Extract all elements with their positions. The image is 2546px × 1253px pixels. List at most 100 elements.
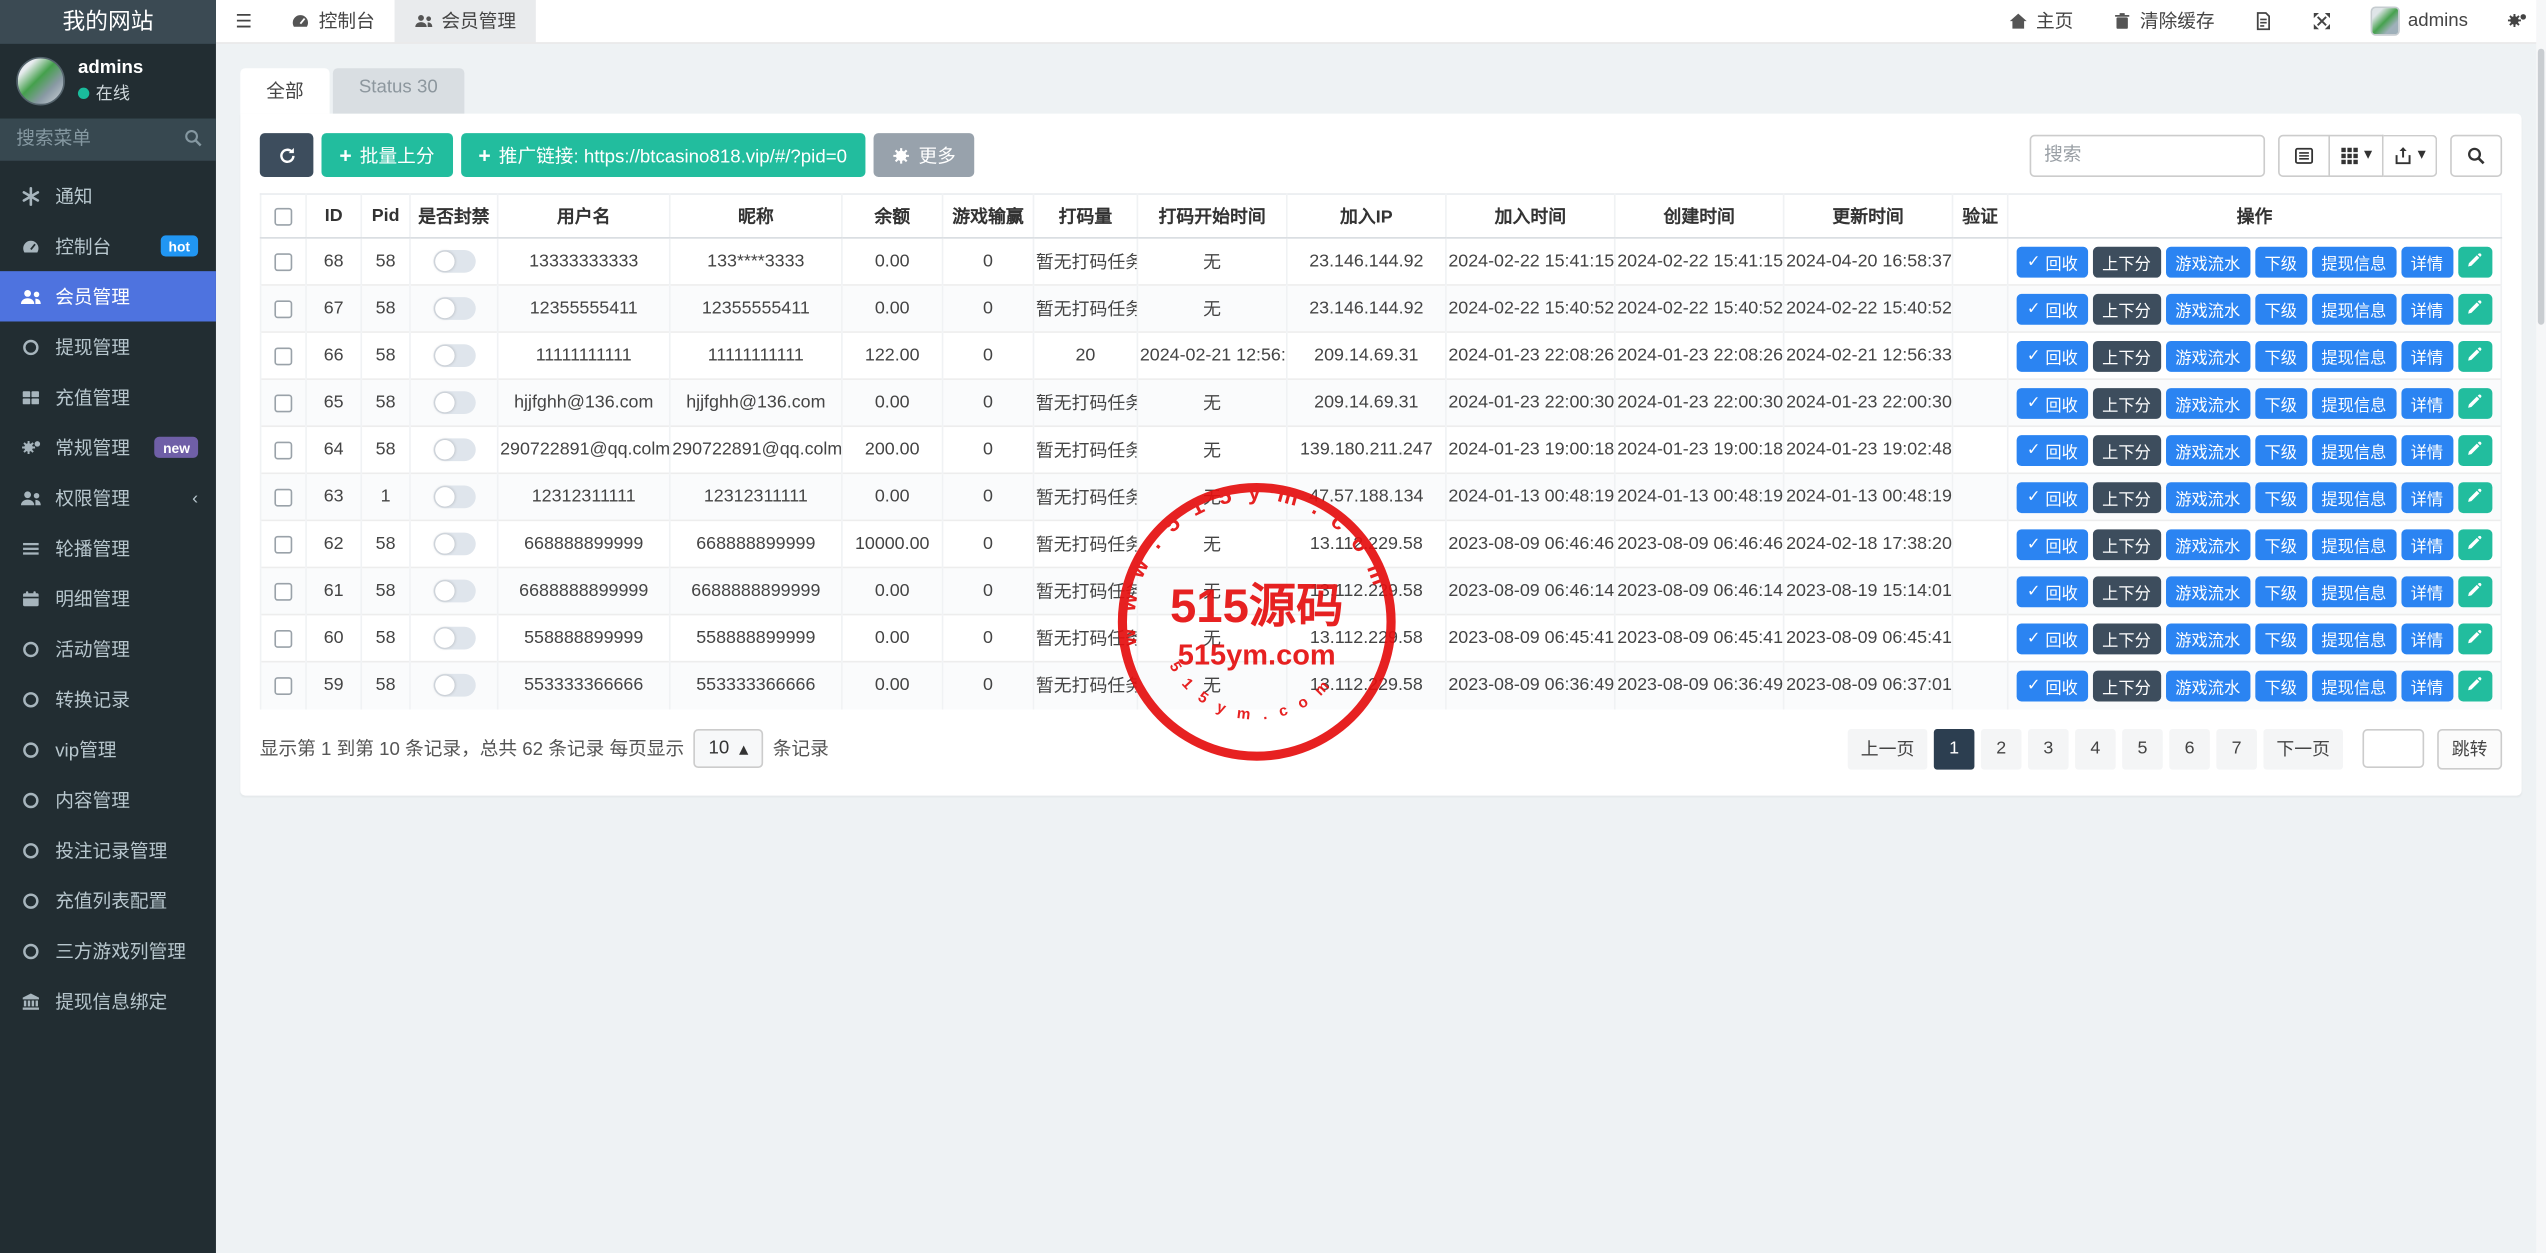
ban-toggle[interactable] — [433, 391, 475, 414]
select-all-checkbox[interactable] — [274, 207, 292, 225]
gameflow-button[interactable]: 游戏流水 — [2166, 246, 2250, 277]
row-checkbox[interactable] — [274, 582, 292, 600]
updown-button[interactable]: 上下分 — [2092, 246, 2160, 277]
updown-button[interactable]: 上下分 — [2092, 576, 2160, 607]
row-checkbox[interactable] — [274, 253, 292, 271]
ban-toggle[interactable] — [433, 485, 475, 508]
recycle-button[interactable]: ✓回收 — [2017, 576, 2087, 607]
recycle-button[interactable]: ✓回收 — [2017, 623, 2087, 654]
edit-button[interactable] — [2458, 340, 2492, 371]
detail-button[interactable]: 详情 — [2401, 293, 2453, 324]
edit-button[interactable] — [2458, 670, 2492, 701]
refresh-button[interactable] — [260, 133, 314, 177]
edit-button[interactable] — [2458, 623, 2492, 654]
sidebar-item-withdraw[interactable]: 提现管理 — [0, 321, 216, 371]
tab-all[interactable]: 全部 — [240, 68, 329, 113]
withdraw-info-button[interactable]: 提现信息 — [2312, 623, 2396, 654]
page-button-7[interactable]: 7 — [2216, 728, 2257, 769]
edit-button[interactable] — [2458, 293, 2492, 324]
sidebar-item-general[interactable]: 常规管理new — [0, 422, 216, 472]
page-jump-input[interactable] — [2362, 729, 2424, 768]
withdraw-info-button[interactable]: 提现信息 — [2312, 529, 2396, 560]
search-submit-icon[interactable] — [2450, 134, 2502, 176]
sidebar-item-contentmgr[interactable]: 内容管理 — [0, 775, 216, 825]
edit-button[interactable] — [2458, 246, 2492, 277]
updown-button[interactable]: 上下分 — [2092, 670, 2160, 701]
page-button-5[interactable]: 5 — [2122, 728, 2163, 769]
navbar-tab-members[interactable]: 会员管理 — [394, 0, 535, 42]
sidebar-toggle-icon[interactable]: ☰ — [216, 0, 272, 42]
detail-button[interactable]: 详情 — [2401, 576, 2453, 607]
sidebar-item-rechargelist[interactable]: 充值列表配置 — [0, 875, 216, 925]
recycle-button[interactable]: ✓回收 — [2017, 529, 2087, 560]
ban-toggle[interactable] — [433, 344, 475, 367]
prev-page-button[interactable]: 上一页 — [1848, 728, 1928, 769]
navbar-user[interactable]: admins — [2351, 0, 2488, 42]
subordinate-button[interactable]: 下级 — [2255, 293, 2307, 324]
withdraw-info-button[interactable]: 提现信息 — [2312, 576, 2396, 607]
subordinate-button[interactable]: 下级 — [2255, 623, 2307, 654]
batch-add-score-button[interactable]: + 批量上分 — [321, 133, 452, 177]
sidebar-item-betrecord[interactable]: 投注记录管理 — [0, 825, 216, 875]
recycle-button[interactable]: ✓回收 — [2017, 434, 2087, 465]
subordinate-button[interactable]: 下级 — [2255, 576, 2307, 607]
row-checkbox[interactable] — [274, 535, 292, 553]
scrollbar-thumb[interactable] — [2538, 49, 2544, 325]
ban-toggle[interactable] — [433, 250, 475, 273]
sidebar-item-carousel[interactable]: 轮播管理 — [0, 523, 216, 573]
sidebar-item-dashboard[interactable]: 控制台hot — [0, 221, 216, 271]
recycle-button[interactable]: ✓回收 — [2017, 387, 2087, 418]
edit-button[interactable] — [2458, 434, 2492, 465]
subordinate-button[interactable]: 下级 — [2255, 340, 2307, 371]
subordinate-button[interactable]: 下级 — [2255, 481, 2307, 512]
ban-toggle[interactable] — [433, 297, 475, 320]
updown-button[interactable]: 上下分 — [2092, 434, 2160, 465]
navbar-tab-dashboard[interactable]: 控制台 — [272, 0, 395, 42]
page-button-1[interactable]: 1 — [1934, 728, 1975, 769]
ban-toggle[interactable] — [433, 533, 475, 556]
sidebar-item-recharge[interactable]: 充值管理 — [0, 372, 216, 422]
promo-link-button[interactable]: + 推广链接: https://btcasino818.vip/#/?pid=0 — [460, 133, 864, 177]
gameflow-button[interactable]: 游戏流水 — [2166, 623, 2250, 654]
row-checkbox[interactable] — [274, 441, 292, 459]
recycle-button[interactable]: ✓回收 — [2017, 293, 2087, 324]
withdraw-info-button[interactable]: 提现信息 — [2312, 293, 2396, 324]
ban-toggle[interactable] — [433, 580, 475, 603]
vertical-scrollbar[interactable] — [2536, 0, 2546, 1253]
ban-toggle[interactable] — [433, 627, 475, 650]
sidebar-item-permission[interactable]: 权限管理‹ — [0, 472, 216, 522]
fullscreen-icon[interactable] — [2293, 0, 2351, 42]
withdraw-info-button[interactable]: 提现信息 — [2312, 387, 2396, 418]
subordinate-button[interactable]: 下级 — [2255, 670, 2307, 701]
row-checkbox[interactable] — [274, 394, 292, 412]
recycle-button[interactable]: ✓回收 — [2017, 670, 2087, 701]
withdraw-info-button[interactable]: 提现信息 — [2312, 246, 2396, 277]
log-file-icon[interactable] — [2234, 0, 2292, 42]
clear-cache-link[interactable]: 清除缓存 — [2093, 0, 2234, 42]
more-button[interactable]: 更多 — [873, 133, 974, 177]
home-link[interactable]: 主页 — [1989, 0, 2093, 42]
edit-button[interactable] — [2458, 576, 2492, 607]
gameflow-button[interactable]: 游戏流水 — [2166, 529, 2250, 560]
updown-button[interactable]: 上下分 — [2092, 623, 2160, 654]
gameflow-button[interactable]: 游戏流水 — [2166, 481, 2250, 512]
edit-button[interactable] — [2458, 529, 2492, 560]
gameflow-button[interactable]: 游戏流水 — [2166, 670, 2250, 701]
updown-button[interactable]: 上下分 — [2092, 387, 2160, 418]
detail-view-icon[interactable] — [2278, 134, 2330, 176]
updown-button[interactable]: 上下分 — [2092, 529, 2160, 560]
tab-status-30[interactable]: Status 30 — [333, 68, 464, 113]
gameflow-button[interactable]: 游戏流水 — [2166, 293, 2250, 324]
sidebar-item-detail[interactable]: 明细管理 — [0, 573, 216, 623]
page-button-3[interactable]: 3 — [2028, 728, 2069, 769]
row-checkbox[interactable] — [274, 300, 292, 318]
sidebar-item-notice[interactable]: 通知 — [0, 170, 216, 220]
ban-toggle[interactable] — [433, 438, 475, 461]
subordinate-button[interactable]: 下级 — [2255, 434, 2307, 465]
withdraw-info-button[interactable]: 提现信息 — [2312, 340, 2396, 371]
search-icon[interactable] — [183, 125, 202, 154]
row-checkbox[interactable] — [274, 629, 292, 647]
sidebar-item-withdrawbind[interactable]: 提现信息绑定 — [0, 976, 216, 1026]
detail-button[interactable]: 详情 — [2401, 434, 2453, 465]
row-checkbox[interactable] — [274, 488, 292, 506]
